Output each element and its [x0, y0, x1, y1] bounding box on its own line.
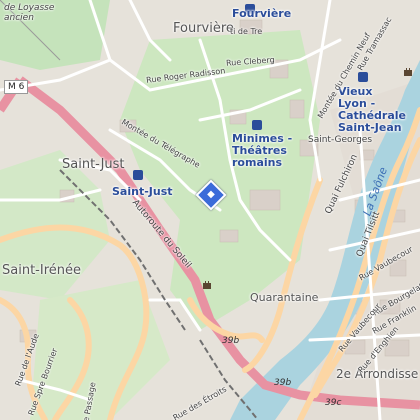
metro-stop-icon-minimes[interactable] — [252, 120, 262, 130]
district-label-saint-irenee: Saint-Irénée — [2, 263, 81, 278]
funicular-stop-icon-saint-just[interactable] — [133, 170, 143, 180]
castle-icon-2[interactable] — [403, 67, 413, 77]
district-label-saint-just: Saint-Just — [62, 157, 125, 172]
cemetery-label-2: ancien — [4, 13, 34, 23]
street-label-tre: ti de Tre — [230, 27, 263, 36]
road-number-39c: 39c — [325, 398, 342, 408]
stop-label-vieux-lyon[interactable]: Vieux Lyon - Cathédrale Saint-Jean — [338, 85, 406, 134]
castle-icon[interactable] — [202, 280, 212, 290]
stop-label-fourviere[interactable]: Fourvière — [232, 8, 291, 19]
attraction-icon: ◆ — [207, 189, 215, 200]
map-view[interactable]: Fourvière Saint-Just Saint-Irénée Quaran… — [0, 0, 420, 420]
road-number-39b: 39b — [222, 336, 240, 346]
road-number-39b-2: 39b — [274, 378, 292, 388]
district-label-2e-arrondissement: 2e Arrondisse — [336, 367, 419, 381]
road-shield-m6: M 6 — [4, 80, 29, 94]
stop-label-saint-just[interactable]: Saint-Just — [112, 186, 173, 197]
stop-label-minimes[interactable]: Minimes - Théâtres romains — [232, 132, 292, 169]
metro-stop-icon-vieux-lyon[interactable] — [358, 72, 368, 82]
cemetery-label-1: de Loyasse — [4, 3, 55, 13]
district-label-quarantaine: Quarantaine — [250, 291, 319, 304]
district-label-saint-georges: Saint-Georges — [308, 135, 373, 145]
district-label-fourviere: Fourvière — [173, 21, 234, 36]
